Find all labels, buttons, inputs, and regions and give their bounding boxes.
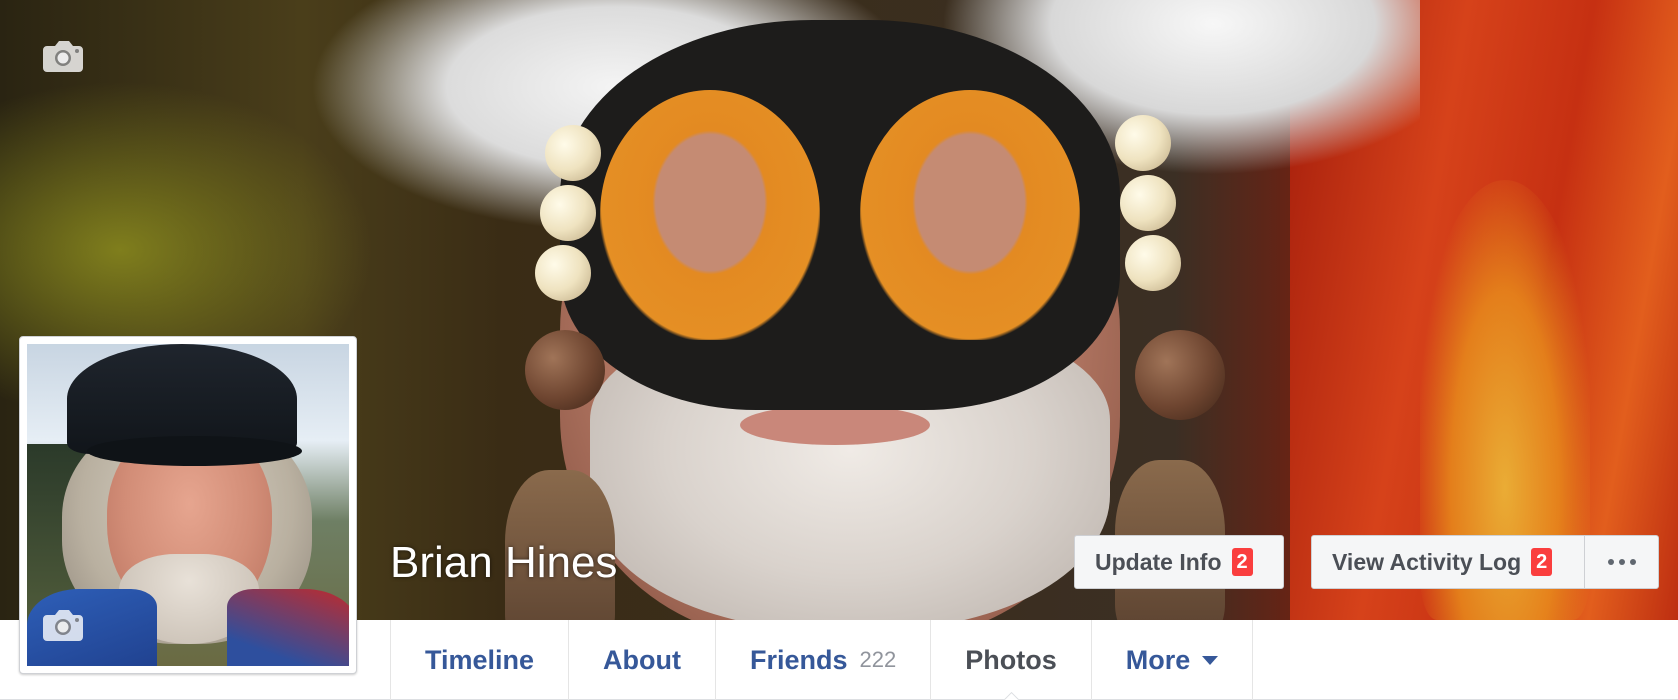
activity-log-label: View Activity Log [1332,548,1522,575]
cover-bead [1125,235,1181,291]
cover-bead [1120,175,1176,231]
cover-bead [540,185,596,241]
cover-mask [560,20,1120,410]
tab-label: About [603,644,682,675]
cover-bead [535,245,591,301]
notification-badge: 2 [1531,548,1553,576]
cover-mouth [740,405,930,445]
tab-label: More [1125,644,1191,675]
tab-label: Timeline [425,644,535,675]
profile-name[interactable]: Brian Hines [390,538,617,588]
ellipsis-icon [1618,559,1625,565]
profile-picture-jacket [227,589,349,666]
active-tab-pointer [1002,692,1020,700]
tab-friends[interactable]: Friends 222 [716,620,932,700]
cover-bead [545,125,601,181]
more-options-button[interactable] [1584,535,1659,589]
tab-more[interactable]: More [1092,620,1254,700]
tab-label: Friends [750,644,848,675]
ellipsis-icon [1629,559,1636,565]
profile-tabs: Timeline About Friends 222 Photos More [390,620,1254,700]
profile-picture-camera-button[interactable] [41,607,85,643]
camera-icon [43,41,83,72]
mask-left-eye [600,90,820,340]
mask-right-eye [860,90,1080,340]
cover-bead [525,330,605,410]
friends-count: 222 [859,647,897,672]
ellipsis-icon [1607,559,1614,565]
view-activity-log-button[interactable]: View Activity Log 2 [1311,535,1585,589]
profile-picture-cap-brim [87,436,302,466]
tab-timeline[interactable]: Timeline [391,620,570,700]
camera-icon [43,610,83,641]
notification-badge: 2 [1231,548,1253,576]
tab-about[interactable]: About [569,620,717,700]
cover-camera-button[interactable] [41,38,85,74]
cover-bead [1135,330,1225,420]
cover-bead [1115,115,1171,171]
tab-label: Photos [965,644,1057,675]
caret-down-icon [1202,655,1219,665]
update-info-label: Update Info [1095,548,1222,575]
tab-photos[interactable]: Photos [931,620,1092,700]
update-info-button[interactable]: Update Info 2 [1074,535,1284,589]
